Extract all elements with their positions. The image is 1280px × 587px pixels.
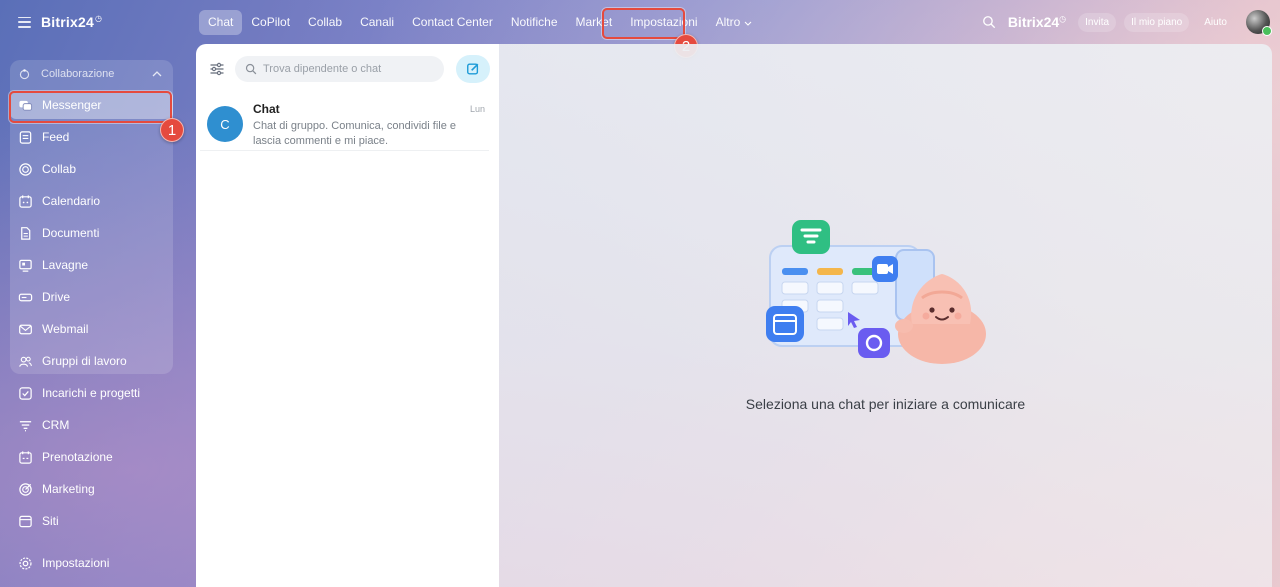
sidebar-item-lavagne[interactable]: Lavagne <box>10 251 173 279</box>
tab-chat[interactable]: Chat <box>199 10 243 35</box>
filter-icon[interactable] <box>209 61 225 77</box>
empty-state-message: Seleziona una chat per iniziare a comuni… <box>745 396 1026 412</box>
search-field[interactable] <box>235 56 444 82</box>
brand-logo[interactable]: Bitrix24◷ <box>41 14 102 30</box>
sidebar-item-feed[interactable]: Feed <box>10 123 173 151</box>
header-brand-logo[interactable]: Bitrix24◷ <box>1008 14 1066 30</box>
sidebar-item-label: Impostazioni <box>42 556 110 570</box>
left-sidebar: Bitrix24◷ Collaborazione Messenger Feed … <box>0 0 182 587</box>
chat-date: Lun <box>469 104 485 114</box>
document-icon <box>18 226 33 241</box>
header-brand-text: Bitrix24 <box>1007 14 1060 30</box>
tab-altro-label: Altro <box>715 15 741 29</box>
board-icon <box>18 258 33 273</box>
my-plan-button[interactable]: Il mio piano <box>1124 12 1190 32</box>
crm-icon <box>18 418 33 433</box>
highlight-box-messenger <box>9 91 172 123</box>
sidebar-item-gruppi[interactable]: Gruppi di lavoro <box>10 347 173 375</box>
sidebar-item-crm[interactable]: CRM <box>10 411 173 439</box>
sidebar-item-prenotazione[interactable]: Prenotazione <box>10 443 173 471</box>
sidebar-item-siti[interactable]: Siti <box>10 507 173 535</box>
sidebar-item-marketing[interactable]: Marketing <box>10 475 173 503</box>
user-avatar[interactable] <box>1246 10 1272 36</box>
highlight-box-impostazioni <box>602 8 685 39</box>
sidebar-item-label: Calendario <box>42 194 101 208</box>
sidebar-item-label: Feed <box>42 130 70 144</box>
step-badge-1: 1 <box>160 118 184 142</box>
group-icon <box>18 354 33 369</box>
tab-altro[interactable]: Altro <box>707 10 761 35</box>
invite-button[interactable]: Invita <box>1078 12 1117 32</box>
chat-list-panel: C Chat Lun Chat di gruppo. Comunica, con… <box>196 44 499 587</box>
chat-list-item[interactable]: C Chat Lun Chat di gruppo. Comunica, con… <box>200 96 489 151</box>
tab-notifiche[interactable]: Notifiche <box>502 10 567 35</box>
sidebar-item-impostazioni[interactable]: Impostazioni <box>10 549 173 577</box>
group-header[interactable]: Collaborazione <box>18 66 168 82</box>
sidebar-item-documenti[interactable]: Documenti <box>10 219 173 247</box>
booking-icon <box>18 450 33 465</box>
help-button[interactable]: Aiuto <box>1197 13 1234 32</box>
chevron-down-icon <box>744 21 751 26</box>
sidebar-item-label: Gruppi di lavoro <box>42 354 127 368</box>
new-chat-button[interactable] <box>456 55 490 83</box>
gear-icon <box>18 556 33 571</box>
chat-main-area: Seleziona una chat per iniziare a comuni… <box>499 44 1272 587</box>
mail-icon <box>18 322 33 337</box>
search-input[interactable] <box>263 63 433 75</box>
chat-preview: Chat di gruppo. Comunica, condividi file… <box>253 120 457 147</box>
sidebar-item-label: Siti <box>42 514 59 528</box>
sidebar-brand: Bitrix24◷ <box>18 12 102 32</box>
chat-avatar: C <box>207 106 243 142</box>
sidebar-item-drive[interactable]: Drive <box>10 283 173 311</box>
tab-contact-center[interactable]: Contact Center <box>403 10 502 35</box>
sidebar-item-incarichi[interactable]: Incarichi e progetti <box>10 379 173 407</box>
menu-icon[interactable] <box>18 16 31 28</box>
sites-icon <box>18 514 33 529</box>
sidebar-item-webmail[interactable]: Webmail <box>10 315 173 343</box>
sidebar-item-calendario[interactable]: Calendario <box>10 187 173 215</box>
sidebar-item-label: Drive <box>42 290 71 304</box>
header-right: Bitrix24◷ Invita Il mio piano Aiuto <box>982 8 1272 36</box>
task-icon <box>18 386 33 401</box>
sidebar-item-label: Webmail <box>42 322 89 336</box>
tab-copilot[interactable]: CoPilot <box>242 10 299 35</box>
empty-state-illustration <box>766 220 986 364</box>
chat-title: Chat <box>253 102 280 116</box>
marketing-icon <box>18 482 33 497</box>
sidebar-item-label: CRM <box>42 418 70 432</box>
sidebar-item-label: Incarichi e progetti <box>42 386 141 400</box>
search-icon[interactable] <box>982 15 996 29</box>
sidebar-item-collab[interactable]: Collab <box>10 155 173 183</box>
feed-icon <box>18 130 33 145</box>
tab-collab[interactable]: Collab <box>299 10 351 35</box>
collab-icon <box>18 162 33 177</box>
sidebar-item-label: Lavagne <box>42 258 89 272</box>
brand-text: Bitrix24 <box>41 14 94 30</box>
group-label: Collaborazione <box>41 68 115 80</box>
tab-canali[interactable]: Canali <box>351 10 403 35</box>
calendar-icon <box>18 194 33 209</box>
sidebar-item-label: Prenotazione <box>42 450 113 464</box>
drive-icon <box>18 290 33 305</box>
online-status-icon <box>1262 26 1272 36</box>
collaboration-icon <box>19 68 30 79</box>
compose-icon <box>467 63 479 75</box>
sidebar-item-label: Marketing <box>42 482 95 496</box>
sidebar-item-label: Documenti <box>42 226 100 240</box>
sidebar-item-label: Collab <box>42 162 77 176</box>
search-icon <box>245 63 257 75</box>
chevron-up-icon[interactable] <box>152 71 162 77</box>
